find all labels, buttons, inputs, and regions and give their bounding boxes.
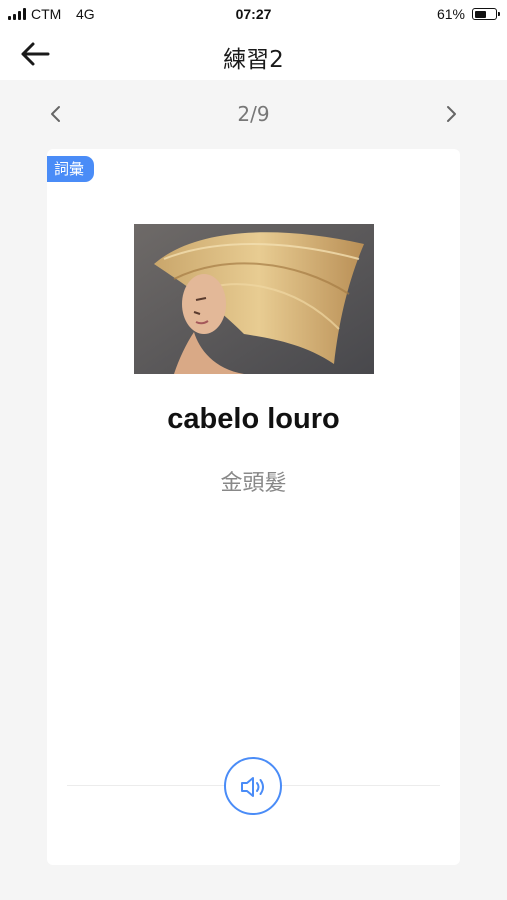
pager: 2/9	[0, 94, 507, 134]
chevron-right-icon	[447, 106, 456, 122]
speaker-icon	[241, 777, 264, 797]
translation-text: 金頭髮	[220, 471, 287, 496]
page-counter: 2/9	[237, 102, 270, 126]
word-image	[134, 224, 374, 374]
next-button[interactable]	[437, 100, 465, 128]
battery-percent: 61%	[436, 6, 465, 22]
battery-level-fill	[474, 10, 487, 18]
flashcard: 詞彙 cabelo louro 金頭髮	[47, 149, 460, 865]
nav-bar: 練習2	[0, 28, 507, 80]
battery-icon	[472, 8, 500, 20]
page-title: 練習2	[223, 47, 284, 73]
vocabulary-word: cabelo louro	[167, 403, 340, 435]
play-audio-button[interactable]	[224, 757, 282, 815]
category-tag: 詞彙	[47, 156, 95, 182]
status-bar: CTM 4G 07:27 61%	[0, 0, 507, 28]
status-time: 07:27	[235, 6, 272, 22]
